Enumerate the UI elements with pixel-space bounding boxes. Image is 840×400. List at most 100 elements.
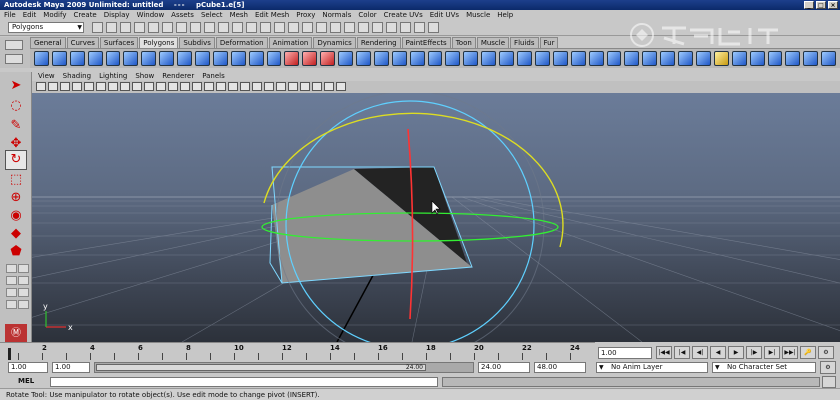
mask-handles-icon[interactable] <box>176 22 187 33</box>
mel-input[interactable] <box>50 377 438 387</box>
mask-deformations-icon[interactable] <box>232 22 243 33</box>
layout-persp-hypershade-icon[interactable] <box>18 288 29 297</box>
range-slider-handle[interactable]: 24.00 <box>96 364 426 371</box>
new-scene-icon[interactable] <box>92 22 103 33</box>
menu-color[interactable]: Color <box>358 10 376 20</box>
select-camera-icon[interactable] <box>36 82 46 91</box>
reduce-icon[interactable] <box>373 51 389 66</box>
menu-assets[interactable]: Assets <box>171 10 194 20</box>
tab-rendering[interactable]: Rendering <box>356 37 401 48</box>
xray-icon[interactable] <box>240 82 250 91</box>
menu-create[interactable]: Create <box>73 10 96 20</box>
playback-start-field[interactable]: 1.00 <box>52 362 90 373</box>
menu-muscle[interactable]: Muscle <box>466 10 490 20</box>
step-forward-frame-icon[interactable]: ▶| <box>764 346 780 359</box>
wedge-icon[interactable] <box>642 51 658 66</box>
range-slider[interactable]: 24.00 <box>94 362 474 373</box>
high-quality-icon[interactable] <box>300 82 310 91</box>
triangulate-icon[interactable] <box>391 51 407 66</box>
current-time-marker[interactable] <box>8 348 11 360</box>
quadrangulate-icon[interactable] <box>409 51 425 66</box>
menu-file[interactable]: File <box>4 10 16 20</box>
tab-muscle[interactable]: Muscle <box>476 37 510 48</box>
bounding-box-icon[interactable] <box>204 82 214 91</box>
poly-plane-icon[interactable] <box>105 51 121 66</box>
mirror-geometry-icon[interactable] <box>338 51 354 66</box>
shelf-menu-icon[interactable] <box>5 54 23 64</box>
menu-edit-uvs[interactable]: Edit UVs <box>430 10 459 20</box>
render-settings-icon[interactable] <box>372 22 383 33</box>
wireframe-icon[interactable] <box>168 82 178 91</box>
image-plane-icon[interactable] <box>72 82 82 91</box>
snap-grid-icon[interactable] <box>274 22 285 33</box>
menu-display[interactable]: Display <box>104 10 130 20</box>
poly-helix-icon[interactable] <box>195 51 210 66</box>
layout-four-view-icon[interactable] <box>18 264 29 273</box>
mask-dynamics-icon[interactable] <box>246 22 257 33</box>
animation-start-field[interactable]: 1.00 <box>8 362 48 373</box>
anim-layer-dropdown[interactable]: No Anim Layer <box>596 362 708 373</box>
scale-tool-icon[interactable]: ⬚ <box>5 170 27 190</box>
points-icon[interactable] <box>216 82 226 91</box>
offset-edge-loop-icon[interactable] <box>517 51 532 66</box>
mask-curves-icon[interactable] <box>204 22 215 33</box>
layout-persp-graph-icon[interactable] <box>18 276 29 285</box>
select-object-icon[interactable] <box>148 22 159 33</box>
select-component-icon[interactable] <box>162 22 173 33</box>
menu-create-uvs[interactable]: Create UVs <box>384 10 423 20</box>
soften-edge-icon[interactable] <box>731 51 747 66</box>
poke-icon[interactable] <box>660 51 676 66</box>
layout-dope-sheet-icon[interactable] <box>18 300 29 309</box>
gate-mask-icon[interactable] <box>120 82 130 91</box>
open-scene-icon[interactable] <box>106 22 117 33</box>
universal-manipulator-icon[interactable]: ⊕ <box>5 188 27 208</box>
history-icon[interactable] <box>330 22 341 33</box>
extrude-icon[interactable] <box>534 51 550 66</box>
boolean-difference-icon[interactable] <box>302 51 318 66</box>
soft-modification-tool-icon[interactable]: ◉ <box>5 206 27 226</box>
poly-torus-icon[interactable] <box>123 51 139 66</box>
boolean-union-icon[interactable] <box>284 51 300 66</box>
split-polygon-icon[interactable] <box>481 51 497 66</box>
go-to-end-icon[interactable]: ▶▶| <box>782 346 798 359</box>
preferences-icon[interactable]: ⚙ <box>820 361 836 374</box>
merge-icon[interactable] <box>570 51 586 66</box>
tab-toon[interactable]: Toon <box>451 37 476 48</box>
mask-joints-icon[interactable] <box>190 22 201 33</box>
panel-menu-lighting[interactable]: Lighting <box>99 72 127 81</box>
rotate-tool-icon[interactable]: ↻ <box>5 150 27 170</box>
poly-pipe-icon[interactable] <box>177 51 193 66</box>
collapse-icon[interactable] <box>588 51 604 66</box>
menu-select[interactable]: Select <box>201 10 223 20</box>
select-hierarchy-icon[interactable] <box>134 22 145 33</box>
shadows-icon[interactable] <box>276 82 286 91</box>
camera-attributes-icon[interactable] <box>48 82 58 91</box>
poly-soccer-ball-icon[interactable] <box>212 51 228 66</box>
animation-preferences-icon[interactable]: ⚙ <box>818 346 834 359</box>
ipr-render-icon[interactable] <box>358 22 369 33</box>
bookmarks-icon[interactable] <box>60 82 70 91</box>
current-frame-field[interactable]: 1.00 <box>598 347 652 359</box>
snap-view-plane-icon[interactable] <box>316 22 327 33</box>
play-forwards-icon[interactable]: ▶ <box>728 346 744 359</box>
poly-platonic-icon[interactable] <box>230 51 246 66</box>
show-manipulator-tool-icon[interactable]: ◆ <box>5 224 27 244</box>
tab-deformation[interactable]: Deformation <box>215 37 268 48</box>
poly-cylinder-icon[interactable] <box>69 51 85 66</box>
fill-hole-icon[interactable] <box>427 51 443 66</box>
save-scene-icon[interactable] <box>120 22 131 33</box>
maximize-button[interactable]: □ <box>816 1 826 9</box>
safe-title-icon[interactable] <box>156 82 166 91</box>
menu-help[interactable]: Help <box>497 10 513 20</box>
bridge-icon[interactable] <box>552 51 568 66</box>
poly-cone-icon[interactable] <box>87 51 103 66</box>
menu-modify[interactable]: Modify <box>43 10 66 20</box>
animation-end-field[interactable]: 48.00 <box>534 362 586 373</box>
resolution-gate-icon[interactable] <box>108 82 118 91</box>
tab-fur[interactable]: Fur <box>539 37 559 48</box>
safe-action-icon[interactable] <box>144 82 154 91</box>
insert-edge-loop-icon[interactable] <box>499 51 515 66</box>
layout-single-perspective-icon[interactable] <box>6 264 17 273</box>
menu-edit[interactable]: Edit <box>23 10 37 20</box>
attribute-editor-toggle-icon[interactable] <box>414 22 425 33</box>
